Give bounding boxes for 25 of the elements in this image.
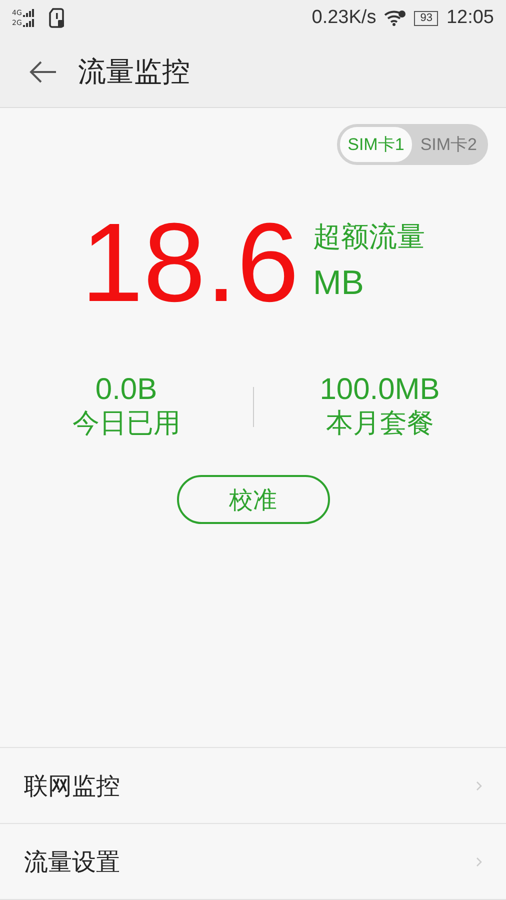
signal-icon — [22, 19, 35, 27]
usage-unit: MB — [312, 264, 365, 302]
usage-value: 18.6 — [81, 207, 299, 319]
wifi-icon — [384, 10, 406, 26]
stat-value: 100.0MB — [320, 373, 440, 407]
menu-item[interactable]: 联网监控 — [0, 748, 506, 824]
chevron-icon — [476, 856, 482, 866]
clock: 12:05 — [446, 7, 494, 29]
sim-card-icon — [48, 8, 65, 28]
usage-label: 超额流量 — [312, 218, 425, 254]
menu-label: 流量设置 — [24, 846, 120, 878]
sim-tab[interactable]: SIM卡1 — [340, 127, 412, 162]
stat-label: 今日已用 — [72, 407, 180, 441]
stat-label: 本月套餐 — [326, 407, 434, 441]
menu-item[interactable]: 流量设置 — [0, 824, 506, 900]
calibrate-button[interactable]: 校准 — [176, 475, 330, 524]
signal-icon — [22, 9, 35, 17]
back-icon[interactable] — [28, 60, 58, 84]
battery-indicator: 93 — [414, 10, 438, 26]
sim-tab[interactable]: SIM卡2 — [412, 127, 485, 162]
page-title: 流量监控 — [78, 54, 190, 90]
stat-value: 0.0B — [95, 373, 158, 407]
chevron-icon — [476, 780, 482, 790]
network-speed: 0.23K/s — [312, 7, 376, 29]
menu-label: 联网监控 — [24, 770, 120, 802]
